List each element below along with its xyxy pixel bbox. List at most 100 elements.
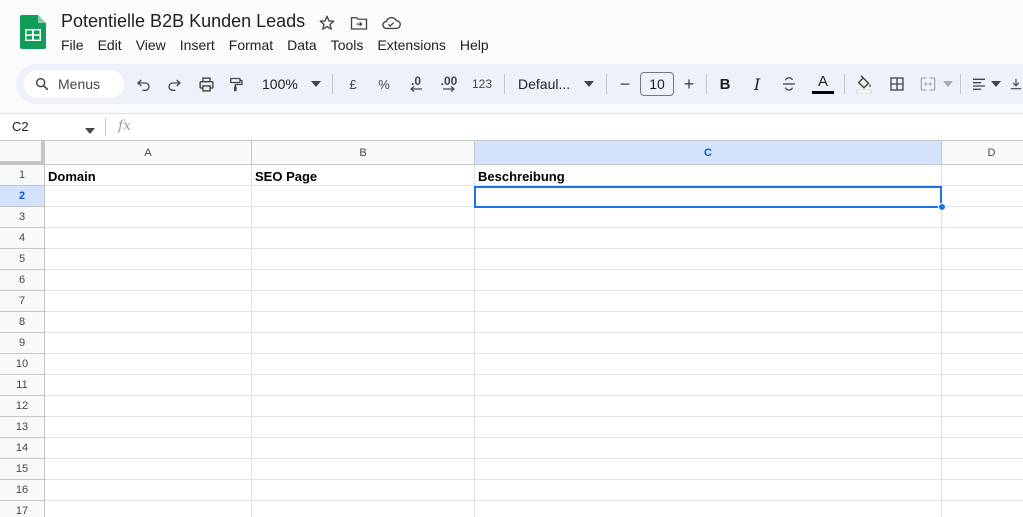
number-format-label: 123 [471, 77, 493, 91]
menu-format[interactable]: Format [222, 36, 280, 54]
star-icon[interactable] [316, 13, 338, 33]
increase-decimal-button[interactable]: .00 [434, 72, 464, 96]
row-header-12[interactable]: 12 [0, 396, 45, 417]
row-header-7[interactable]: 7 [0, 291, 45, 312]
currency-button[interactable]: £ [342, 72, 364, 96]
text-color-swatch [812, 90, 834, 94]
minus-label: − [619, 73, 631, 94]
row-divider [45, 437, 1023, 438]
decrease-decimal-label: .0 [410, 74, 421, 88]
column-divider [474, 165, 475, 517]
row-header-4[interactable]: 4 [0, 228, 45, 249]
decrease-decimal-button[interactable]: .0 [402, 72, 430, 96]
merge-caret-icon [942, 72, 954, 96]
menu-help[interactable]: Help [453, 36, 496, 54]
menu-extensions[interactable]: Extensions [370, 36, 452, 54]
vertical-align-button[interactable] [1008, 72, 1023, 96]
row-header-6[interactable]: 6 [0, 270, 45, 291]
row-divider [45, 290, 1023, 291]
row-header-17[interactable]: 17 [0, 501, 45, 517]
row-header-16[interactable]: 16 [0, 480, 45, 501]
row-header-2[interactable]: 2 [0, 186, 45, 207]
row-header-8[interactable]: 8 [0, 312, 45, 333]
borders-button[interactable] [886, 72, 908, 96]
redo-button[interactable] [162, 72, 186, 96]
search-icon [35, 77, 49, 91]
row-divider [45, 416, 1023, 417]
row-header-1[interactable]: 1 [0, 165, 45, 186]
borders-icon [890, 77, 904, 91]
cell-b1[interactable]: SEO Page [255, 169, 317, 184]
column-header-b[interactable]: B [252, 141, 475, 165]
name-box-caret-icon[interactable] [85, 121, 95, 139]
column-header-a[interactable]: A [45, 141, 252, 165]
search-menus-label: Menus [58, 76, 101, 92]
row-header-3[interactable]: 3 [0, 207, 45, 228]
percent-button[interactable]: % [373, 72, 395, 96]
cloud-saved-icon[interactable] [380, 13, 402, 33]
text-color-button[interactable]: A [810, 72, 836, 96]
arrow-left-icon [410, 86, 422, 92]
fill-color-button[interactable] [852, 72, 876, 96]
row-header-9[interactable]: 9 [0, 333, 45, 354]
paint-format-icon [230, 77, 243, 91]
strikethrough-icon [783, 77, 795, 91]
document-title[interactable]: Potentielle B2B Kunden Leads [61, 11, 305, 32]
zoom-value: 100% [262, 76, 298, 92]
row-divider [45, 500, 1023, 501]
paint-format-button[interactable] [224, 72, 248, 96]
column-header-c[interactable]: C [475, 141, 942, 165]
toolbar-divider [706, 74, 707, 94]
formula-bar-divider [105, 118, 106, 136]
undo-button[interactable] [132, 72, 156, 96]
select-all-corner[interactable] [0, 141, 45, 165]
menu-file[interactable]: File [54, 36, 91, 54]
sheets-logo-icon[interactable] [20, 15, 46, 49]
fill-handle[interactable] [938, 203, 946, 211]
increase-font-size-button[interactable]: + [678, 72, 700, 96]
menu-tools[interactable]: Tools [324, 36, 371, 54]
fx-icon: fx [118, 118, 132, 134]
toolbar: Menus 100% £ % .0 .00 123 Defaul... − 10… [16, 64, 1023, 104]
percent-label: % [378, 76, 390, 92]
row-header-10[interactable]: 10 [0, 354, 45, 375]
print-button[interactable] [194, 72, 218, 96]
menu-bar: File Edit View Insert Format Data Tools … [54, 36, 496, 54]
increase-decimal-label: .00 [440, 74, 458, 88]
row-header-5[interactable]: 5 [0, 249, 45, 270]
strikethrough-button[interactable] [778, 72, 800, 96]
cell-c1[interactable]: Beschreibung [478, 169, 565, 184]
merge-cells-button[interactable] [916, 72, 940, 96]
sheet-grid[interactable]: A B C D 1 2 3 4 5 6 7 8 9 10 11 12 13 14 15 16 17 Domain… [0, 140, 1023, 517]
menu-data[interactable]: Data [280, 36, 324, 54]
menu-insert[interactable]: Insert [173, 36, 222, 54]
number-format-button[interactable]: 123 [468, 72, 496, 96]
row-divider [45, 332, 1023, 333]
italic-label: I [753, 74, 761, 94]
italic-button[interactable]: I [746, 72, 768, 96]
row-header-15[interactable]: 15 [0, 459, 45, 480]
active-cell-c2[interactable] [474, 186, 942, 208]
row-divider [45, 458, 1023, 459]
move-folder-icon[interactable] [348, 13, 370, 33]
row-divider [45, 353, 1023, 354]
cell-a1[interactable]: Domain [48, 169, 96, 184]
search-menus-button[interactable]: Menus [24, 70, 124, 98]
row-header-14[interactable]: 14 [0, 438, 45, 459]
row-divider [45, 269, 1023, 270]
currency-label: £ [349, 76, 357, 92]
bold-button[interactable]: B [714, 72, 736, 96]
menu-edit[interactable]: Edit [91, 36, 129, 54]
font-family-caret-icon [582, 72, 596, 96]
zoom-caret-icon [309, 72, 323, 96]
name-box[interactable]: C2 [12, 119, 29, 134]
row-header-11[interactable]: 11 [0, 375, 45, 396]
row-divider [45, 395, 1023, 396]
menu-view[interactable]: View [129, 36, 173, 54]
decrease-font-size-button[interactable]: − [614, 72, 636, 96]
font-size-value: 10 [649, 76, 665, 92]
font-size-input[interactable]: 10 [640, 72, 674, 96]
horizontal-align-button[interactable] [968, 72, 990, 96]
column-header-d[interactable]: D [942, 141, 1023, 165]
row-header-13[interactable]: 13 [0, 417, 45, 438]
